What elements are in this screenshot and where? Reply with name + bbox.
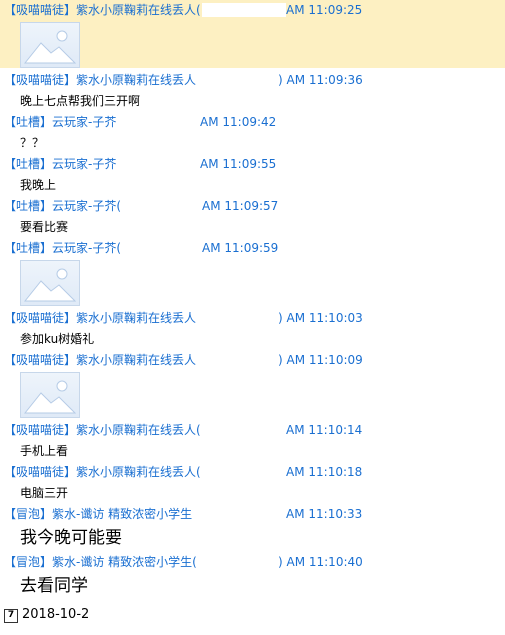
message-timestamp: ) AM 11:10:03 — [278, 311, 363, 325]
chat-message[interactable]: 【吸喵喵徒】紫水小原鞠莉在线丢人( AM 11:10:18 电脑三开 — [0, 462, 505, 504]
date-label: 2018-10-2 — [22, 607, 90, 622]
chat-message[interactable]: 【冒泡】紫水-谶访 精致浓密小学生( ) AM 11:10:40 去看同学 — [0, 552, 505, 598]
message-text: 电脑三开 — [20, 486, 69, 500]
redaction-mask — [202, 507, 286, 521]
message-timestamp: AM 11:09:57 — [202, 199, 279, 213]
message-header: 【吸喵喵徒】紫水小原鞠莉在线丢人 ) AM 11:10:09 — [0, 350, 505, 370]
chat-message[interactable]: 【吸喵喵徒】紫水小原鞠莉在线丢人 ) AM 11:10:09 — [0, 350, 505, 418]
message-text: ？？ — [20, 136, 45, 150]
sender-name[interactable]: 【吸喵喵徒】紫水小原鞠莉在线丢人 — [4, 353, 196, 367]
sender-name[interactable]: 【吸喵喵徒】紫水小原鞠莉在线丢人 — [4, 73, 196, 87]
redaction-mask — [210, 555, 276, 569]
message-header: 【冒泡】紫水-谶访 精致浓密小学生 AM 11:10:33 — [0, 504, 505, 524]
chat-message[interactable]: 【吐槽】云玩家-子芥 AM 11:09:55 我晚上 — [0, 154, 505, 196]
message-header: 【吐槽】云玩家-子芥( AM 11:09:57 — [0, 196, 505, 216]
sender-name[interactable]: 【吸喵喵徒】紫水小原鞠莉在线丢人( — [4, 423, 201, 437]
chat-message[interactable]: 【吐槽】云玩家-子芥( AM 11:09:59 — [0, 238, 505, 306]
sender-name[interactable]: 【吐槽】云玩家-子芥( — [4, 241, 121, 255]
sender-name[interactable]: 【吸喵喵徒】紫水小原鞠莉在线丢人( — [4, 3, 201, 17]
redaction-mask — [132, 241, 198, 255]
message-text: 我晚上 — [20, 178, 57, 192]
chat-message[interactable]: 【冒泡】紫水-谶访 精致浓密小学生 AM 11:10:33 我今晚可能要 — [0, 504, 505, 552]
chat-message[interactable]: 【吸喵喵徒】紫水小原鞠莉在线丢人( AM 11:09:25 — [0, 0, 505, 68]
message-header: 【吸喵喵徒】紫水小原鞠莉在线丢人( AM 11:09:25 — [0, 0, 505, 20]
message-header: 【冒泡】紫水-谶访 精致浓密小学生( ) AM 11:10:40 — [0, 552, 505, 572]
message-header: 【吐槽】云玩家-子芥 AM 11:09:55 — [0, 154, 505, 174]
chat-message[interactable]: 【吸喵喵徒】紫水小原鞠莉在线丢人 ) AM 11:10:03 参加ku树婚礼 — [0, 308, 505, 350]
message-timestamp: ) AM 11:10:40 — [278, 555, 363, 569]
message-header: 【吸喵喵徒】紫水小原鞠莉在线丢人 ) AM 11:10:03 — [0, 308, 505, 328]
sender-name[interactable]: 【吐槽】云玩家-子芥( — [4, 199, 121, 213]
redaction-mask — [202, 3, 286, 17]
chat-message[interactable]: 【吸喵喵徒】紫水小原鞠莉在线丢人( AM 11:10:14 手机上看 — [0, 420, 505, 462]
message-timestamp: ) AM 11:10:09 — [278, 353, 363, 367]
sender-name[interactable]: 【冒泡】紫水-谶访 精致浓密小学生 — [4, 507, 192, 521]
image-placeholder-icon[interactable] — [20, 372, 80, 418]
chat-log[interactable]: 【吸喵喵徒】紫水小原鞠莉在线丢人(AM 11:09:25 【吸喵喵徒】紫水小原鞠莉… — [0, 0, 505, 598]
message-header: 【吸喵喵徒】紫水小原鞠莉在线丢人 ) AM 11:09:36 — [0, 70, 505, 90]
redaction-mask — [210, 465, 286, 479]
chat-message[interactable]: 【吐槽】云玩家-子芥( AM 11:09:57 要看比赛 — [0, 196, 505, 238]
message-text: 要看比赛 — [20, 220, 69, 234]
redaction-mask — [204, 73, 276, 87]
sender-name[interactable]: 【冒泡】紫水-谶访 精致浓密小学生( — [4, 555, 197, 569]
message-timestamp: AM 11:09:42 — [200, 115, 277, 129]
message-text: 晚上七点帮我们三开啊 — [20, 94, 141, 108]
calendar-icon: 7 — [4, 609, 18, 623]
redaction-mask — [204, 311, 276, 325]
redaction-mask — [204, 353, 276, 367]
message-header: 【吸喵喵徒】紫水小原鞠莉在线丢人( AM 11:10:14 — [0, 420, 505, 440]
message-text: 手机上看 — [20, 444, 69, 458]
date-footer: 7 2018-10-2 — [0, 600, 505, 635]
redaction-mask — [132, 199, 198, 213]
message-header: 【吐槽】云玩家-子芥( AM 11:09:59 — [0, 238, 505, 258]
chat-message[interactable]: 【吐槽】云玩家-子芥 AM 11:09:42 ？？ — [0, 112, 505, 154]
message-timestamp: AM 11:09:25 — [286, 3, 363, 17]
sender-name[interactable]: 【吸喵喵徒】紫水小原鞠莉在线丢人( — [4, 465, 201, 479]
image-placeholder-icon[interactable] — [20, 22, 80, 68]
message-timestamp: AM 11:10:33 — [286, 507, 363, 521]
redaction-mask — [210, 423, 286, 437]
message-timestamp: ) AM 11:09:36 — [278, 73, 363, 87]
message-text: 去看同学 — [20, 576, 88, 596]
message-timestamp: AM 11:10:14 — [286, 423, 363, 437]
message-header: 【吐槽】云玩家-子芥 AM 11:09:42 — [0, 112, 505, 132]
sender-name[interactable]: 【吐槽】云玩家-子芥 — [4, 157, 116, 171]
message-header: 【吸喵喵徒】紫水小原鞠莉在线丢人( AM 11:10:18 — [0, 462, 505, 482]
image-placeholder-icon[interactable] — [20, 260, 80, 306]
sender-name[interactable]: 【吸喵喵徒】紫水小原鞠莉在线丢人 — [4, 311, 196, 325]
chat-message[interactable]: 【吸喵喵徒】紫水小原鞠莉在线丢人 ) AM 11:09:36 晚上七点帮我们三开啊 — [0, 70, 505, 112]
message-text: 我今晚可能要 — [20, 528, 122, 548]
message-timestamp: AM 11:09:59 — [202, 241, 279, 255]
message-text: 参加ku树婚礼 — [20, 332, 95, 346]
message-timestamp: AM 11:10:18 — [286, 465, 363, 479]
sender-name[interactable]: 【吐槽】云玩家-子芥 — [4, 115, 116, 129]
message-timestamp: AM 11:09:55 — [200, 157, 277, 171]
